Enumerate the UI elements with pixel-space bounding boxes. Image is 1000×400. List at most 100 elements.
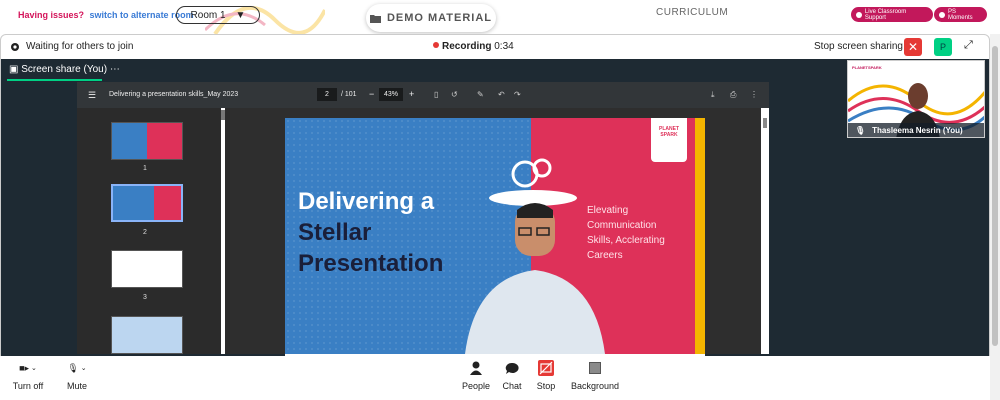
- mute-label: Mute: [66, 381, 87, 391]
- room-label: Room 1: [190, 9, 226, 21]
- thumbnail-number: 2: [143, 229, 147, 236]
- logo-text: SPARK: [660, 132, 678, 138]
- screen-share-label: ▣ Screen share (You) ⋯: [9, 64, 120, 75]
- gear-icon[interactable]: [9, 41, 21, 53]
- recording-label: Recording: [442, 41, 492, 52]
- control-bar: ■▸ ⌄ Turn off 🎙︎ ⌄ Mute People Chat Stop B…: [0, 356, 990, 400]
- page-number-input[interactable]: 2: [317, 88, 337, 101]
- print-icon[interactable]: ⎙: [730, 90, 736, 100]
- chat-label: Chat: [502, 381, 522, 391]
- chat-bubble-icon: [505, 362, 519, 374]
- recording-status: Recording 0:34: [433, 41, 514, 52]
- screen-share-text: Screen share (You): [21, 64, 108, 75]
- stop-sharing-button[interactable]: ✕: [904, 38, 922, 56]
- chevron-down-icon[interactable]: ⌄: [31, 364, 37, 372]
- slide-subtitle-line: Skills, Acclerating: [587, 235, 665, 246]
- recording-time: 0:34: [494, 41, 514, 52]
- slide-subtitle-line: Elevating: [587, 205, 629, 216]
- thumbnail-page[interactable]: [111, 122, 183, 160]
- recording-dot-icon: [433, 42, 439, 48]
- microphone-icon: 🎙︎: [67, 362, 79, 373]
- zoom-out-icon[interactable]: −: [369, 89, 374, 99]
- participant-name: Thasleema Nesrin (You): [872, 125, 963, 135]
- planet-spark-logo: PLANET SPARK: [651, 118, 687, 162]
- pdf-file-name: Delivering a presentation skills_May 202…: [109, 91, 239, 98]
- page-scrollbar[interactable]: [990, 34, 1000, 400]
- slide-title-line: Stellar: [298, 219, 372, 246]
- demo-material-label: DEMO MATERIAL: [386, 12, 493, 24]
- fit-page-icon[interactable]: ▯: [434, 90, 438, 99]
- screen-share-tab[interactable]: ▣ Screen share (You) ⋯: [1, 59, 989, 81]
- participant-p-button[interactable]: P: [934, 38, 952, 56]
- slide-title-line: Presentation: [298, 250, 444, 277]
- ps-moments-label: PS Moments: [947, 8, 973, 21]
- thumbnail-page[interactable]: [111, 316, 183, 354]
- background-button[interactable]: Background: [568, 356, 622, 391]
- pdf-scrollbar[interactable]: [761, 108, 769, 354]
- monitor-icon: ▣: [9, 64, 19, 75]
- mute-button[interactable]: 🎙︎ ⌄ Mute: [62, 356, 92, 392]
- live-support-button[interactable]: Live Classroom Support: [851, 7, 933, 22]
- stop-label: Stop: [536, 381, 556, 391]
- pdf-toolbar: ☰ Delivering a presentation skills_May 2…: [77, 82, 769, 108]
- slide-title-line: Delivering a: [298, 188, 435, 215]
- info-icon: [939, 11, 945, 18]
- stop-share-button[interactable]: Stop: [534, 356, 558, 391]
- pdf-viewer: ☰ Delivering a presentation skills_May 2…: [77, 82, 769, 362]
- demo-material-button[interactable]: DEMO MATERIAL: [366, 4, 496, 32]
- slide-yellow-strip: [695, 118, 705, 354]
- slide-subtitle-line: Careers: [587, 250, 623, 261]
- camera-toggle-button[interactable]: ■▸ ⌄ Turn off: [10, 356, 46, 392]
- more-menu-icon[interactable]: ⋯: [110, 64, 120, 75]
- slide-subtitle: Elevating Communication Skills, Acclerat…: [587, 203, 665, 263]
- meeting-header: Waiting for others to join Recording 0:3…: [1, 35, 989, 59]
- more-vert-icon[interactable]: ⋮: [750, 90, 758, 99]
- page-total: / 101: [341, 91, 357, 98]
- background-icon: [589, 362, 601, 374]
- undo-icon[interactable]: ↶: [498, 90, 505, 99]
- zoom-in-icon[interactable]: +: [409, 89, 414, 99]
- self-video-tile: PLANETSPARK 🎙︎ Thasleema Nesrin (You): [847, 60, 985, 138]
- scroll-thumb[interactable]: [221, 110, 225, 120]
- folder-icon: [369, 14, 381, 23]
- stop-sharing-label: Stop screen sharing: [814, 41, 903, 52]
- thumbnail-number: 1: [143, 165, 147, 172]
- chat-button[interactable]: Chat: [500, 356, 524, 391]
- people-button[interactable]: People: [460, 356, 492, 391]
- room-select[interactable]: Room 1 ▼: [176, 6, 260, 24]
- issue-notice: Having issues? switch to alternate room: [18, 10, 194, 20]
- annotate-icon[interactable]: ✎: [477, 90, 484, 99]
- menu-icon[interactable]: ☰: [88, 90, 96, 101]
- ps-moments-button[interactable]: PS Moments: [934, 7, 987, 22]
- scroll-thumb[interactable]: [992, 46, 998, 346]
- download-icon[interactable]: ⤓: [711, 90, 715, 100]
- slide-subtitle-line: Communication: [587, 220, 657, 231]
- slide-title: Delivering a Stellar Presentation: [298, 186, 443, 279]
- thumbnail-number: 3: [143, 294, 147, 301]
- scroll-thumb[interactable]: [763, 118, 767, 128]
- video-camera-icon: ■▸: [19, 362, 30, 373]
- thumbnail-page[interactable]: [111, 250, 183, 288]
- microphone-icon: 🎙︎: [855, 125, 866, 135]
- curriculum-tab[interactable]: CURRICULUM: [656, 7, 728, 18]
- thumbnail-panel: 1 2 3: [77, 108, 227, 354]
- expand-icon[interactable]: ⤢: [964, 39, 973, 52]
- redo-icon[interactable]: ↷: [514, 90, 521, 99]
- issue-text: Having issues?: [18, 10, 85, 20]
- zoom-input[interactable]: 43%: [379, 88, 403, 101]
- info-icon: [856, 11, 862, 18]
- rotate-icon[interactable]: ↺: [451, 90, 458, 99]
- stop-share-icon: [538, 360, 554, 376]
- caret-down-icon: ▼: [235, 9, 246, 21]
- chevron-down-icon[interactable]: ⌄: [81, 364, 87, 372]
- pdf-page-pane: Delivering a Stellar Presentation Elevat…: [230, 108, 769, 362]
- thumbnail-page[interactable]: [111, 184, 183, 222]
- top-bar: Having issues? switch to alternate room …: [0, 0, 1000, 34]
- person-icon: [470, 361, 482, 375]
- participant-name-bar: 🎙︎ Thasleema Nesrin (You): [848, 123, 984, 137]
- slide-page: Delivering a Stellar Presentation Elevat…: [285, 118, 705, 354]
- people-label: People: [461, 381, 491, 391]
- thumbnail-scrollbar[interactable]: [221, 108, 225, 354]
- close-icon: ✕: [907, 40, 919, 54]
- waiting-status: Waiting for others to join: [26, 41, 134, 52]
